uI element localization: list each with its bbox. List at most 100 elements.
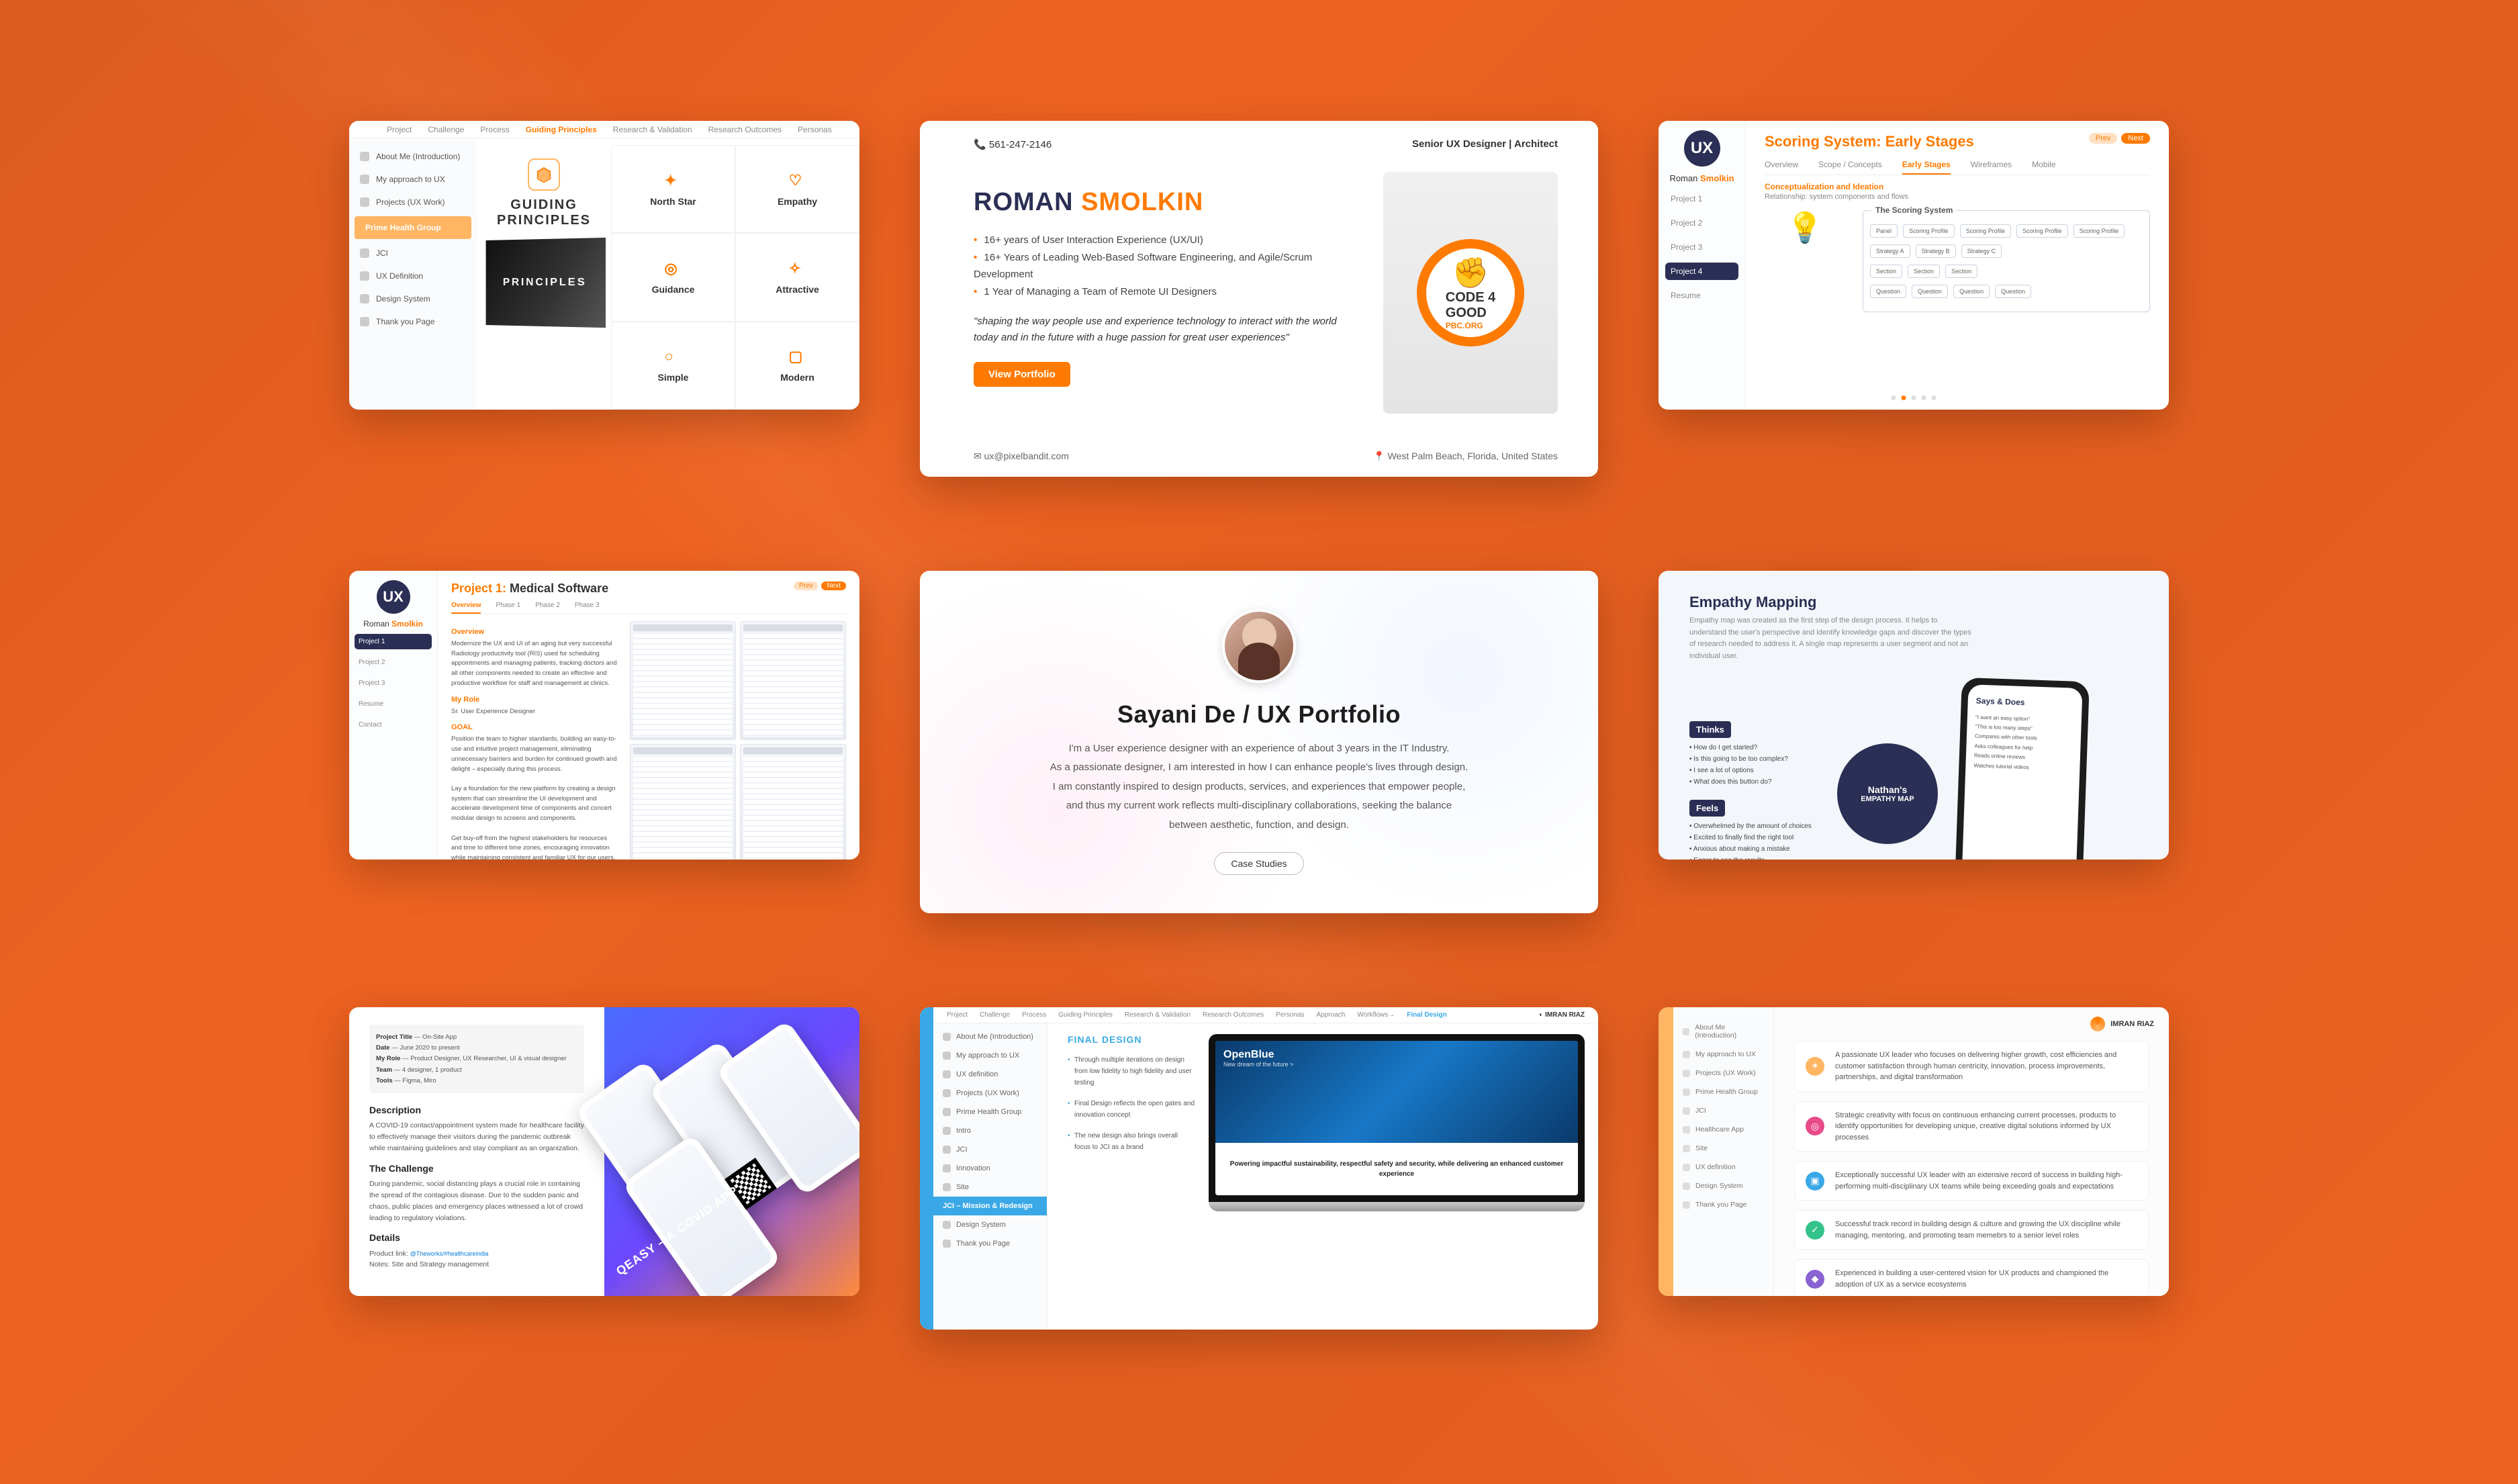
side-item[interactable]: Project 3 bbox=[355, 676, 432, 691]
subtitle: Conceptualization and Ideation bbox=[1765, 182, 2150, 191]
nav-item[interactable]: Personas bbox=[798, 125, 832, 134]
prev-pill[interactable]: Prev bbox=[794, 582, 819, 590]
view-portfolio-button[interactable]: View Portfolio bbox=[974, 362, 1070, 387]
side-item[interactable]: About Me (Introduction) bbox=[933, 1027, 1047, 1046]
bullet: Anxious about making a mistake bbox=[1689, 843, 1817, 855]
tab-active[interactable]: Early Stages bbox=[1902, 156, 1951, 175]
side-item[interactable]: Thank you Page bbox=[1673, 1195, 1773, 1214]
side-item[interactable]: Thank you Page bbox=[933, 1234, 1047, 1253]
side-item[interactable]: Design System bbox=[933, 1215, 1047, 1234]
side-item[interactable]: My approach to UX bbox=[1673, 1045, 1773, 1064]
tile-attractive[interactable]: ✧Attractive bbox=[735, 233, 859, 321]
sidebar-item[interactable]: Thank you Page bbox=[349, 310, 477, 333]
tab[interactable]: Phase 2 bbox=[535, 598, 560, 614]
role-heading: My Role bbox=[451, 694, 619, 706]
bullet: Final Design reflects the open gates and… bbox=[1068, 1098, 1195, 1121]
side-item[interactable]: JCI bbox=[933, 1140, 1047, 1159]
side-item[interactable]: Healthcare App bbox=[1673, 1120, 1773, 1139]
side-item[interactable]: UX definition bbox=[1673, 1158, 1773, 1176]
side-item[interactable]: About Me (Introduction) bbox=[1673, 1018, 1773, 1045]
heart-icon bbox=[360, 317, 369, 326]
author-name: Roman Smolkin bbox=[363, 619, 423, 629]
wf-box: Question bbox=[1870, 285, 1906, 298]
side-item[interactable]: Prime Health Group bbox=[1673, 1082, 1773, 1101]
tabs: Overview Phase 1 Phase 2 Phase 3 bbox=[451, 598, 846, 614]
nav-item[interactable]: Process bbox=[1022, 1011, 1046, 1019]
side-item[interactable]: Project 1 bbox=[1665, 190, 1738, 207]
side-item[interactable]: Project 2 bbox=[1665, 214, 1738, 232]
sidebar-item-active[interactable]: Prime Health Group bbox=[355, 216, 471, 239]
nav-item[interactable]: Process bbox=[480, 125, 509, 134]
tile-guidance[interactable]: ◎Guidance bbox=[611, 233, 735, 321]
side-item[interactable]: Site bbox=[1673, 1139, 1773, 1158]
side-item[interactable]: Projects (UX Work) bbox=[1673, 1064, 1773, 1082]
lightbulb-icon: 💡 bbox=[1765, 210, 1845, 312]
sidebar-item[interactable]: My approach to UX bbox=[349, 168, 477, 191]
bullet-card: ◆Experienced in building a user-centered… bbox=[1794, 1259, 2149, 1296]
sidebar-item[interactable]: Design System bbox=[349, 287, 477, 310]
tab[interactable]: Mobile bbox=[2032, 156, 2055, 175]
side-item[interactable]: Projects (UX Work) bbox=[933, 1084, 1047, 1103]
nav-item[interactable]: Challenge bbox=[980, 1011, 1010, 1019]
nav-item[interactable]: Research Outcomes bbox=[1203, 1011, 1264, 1019]
side-item[interactable]: Project 3 bbox=[1665, 238, 1738, 256]
tab[interactable]: Phase 3 bbox=[575, 598, 600, 614]
folder-icon bbox=[943, 1089, 951, 1097]
nav-item[interactable]: Research & Validation bbox=[613, 125, 692, 134]
nav-item[interactable]: Project bbox=[947, 1011, 968, 1019]
grid-icon bbox=[943, 1221, 951, 1229]
tile-empathy[interactable]: ♡Empathy bbox=[735, 145, 859, 233]
side-item-active[interactable]: JCI – Mission & Redesign bbox=[933, 1197, 1047, 1215]
next-pill[interactable]: Next bbox=[2121, 133, 2150, 144]
tab[interactable]: Wireframes bbox=[1971, 156, 2012, 175]
tab[interactable]: Phase 1 bbox=[496, 598, 520, 614]
sidebar-item[interactable]: UX Definition bbox=[349, 265, 477, 287]
sidebar-item[interactable]: Projects (UX Work) bbox=[349, 191, 477, 214]
tab-active[interactable]: Overview bbox=[451, 598, 481, 614]
empathy-circle: Nathan's EMPATHY MAP bbox=[1837, 743, 1938, 844]
side-item[interactable]: Site bbox=[933, 1178, 1047, 1197]
sidebar-item[interactable]: JCI bbox=[349, 242, 477, 265]
nav-item[interactable]: Guiding Principles bbox=[1058, 1011, 1113, 1019]
nav-item[interactable]: Workflows→ bbox=[1357, 1011, 1395, 1019]
side-item[interactable]: Intro bbox=[933, 1121, 1047, 1140]
wf-box: Section bbox=[1945, 265, 1977, 278]
tile-modern[interactable]: ▢Modern bbox=[735, 322, 859, 410]
prev-pill[interactable]: Prev bbox=[2089, 133, 2118, 144]
tile-north-star[interactable]: ✦North Star bbox=[611, 145, 735, 233]
nav-item-active[interactable]: Guiding Principles bbox=[526, 125, 597, 134]
side-item[interactable]: Innovation bbox=[933, 1159, 1047, 1178]
laptop-mock: OpenBlueNew dream of the future > Poweri… bbox=[1209, 1034, 1585, 1323]
nav-item[interactable]: Approach bbox=[1317, 1011, 1346, 1019]
nav-item[interactable]: Research Outcomes bbox=[708, 125, 782, 134]
nav-item[interactable]: Research & Validation bbox=[1125, 1011, 1191, 1019]
side-item[interactable]: Resume bbox=[355, 696, 432, 712]
side-item[interactable]: UX definition bbox=[933, 1065, 1047, 1084]
side-item[interactable]: Contact bbox=[355, 717, 432, 733]
mockup-panel: QEASY – A COVID APP bbox=[604, 1007, 859, 1296]
tab[interactable]: Scope / Concepts bbox=[1818, 156, 1882, 175]
wf-box: Panel bbox=[1870, 224, 1898, 238]
side-item[interactable]: Resume bbox=[1665, 287, 1738, 304]
nav-item-active[interactable]: Final Design bbox=[1407, 1011, 1446, 1019]
nav-item[interactable]: Challenge bbox=[428, 125, 464, 134]
folder-icon bbox=[1683, 1070, 1690, 1077]
side-item-active[interactable]: Project 1 bbox=[355, 634, 432, 649]
side-item[interactable]: Prime Health Group bbox=[933, 1103, 1047, 1121]
side-item-active[interactable]: Project 4 bbox=[1665, 263, 1738, 280]
tabs: Overview Scope / Concepts Early Stages W… bbox=[1765, 156, 2150, 175]
side-item[interactable]: Design System bbox=[1673, 1176, 1773, 1195]
sidebar-item[interactable]: About Me (Introduction) bbox=[349, 145, 477, 168]
card-empathy-mapping: Empathy Mapping Empathy map was created … bbox=[1659, 571, 2169, 860]
tab[interactable]: Overview bbox=[1765, 156, 1798, 175]
case-studies-button[interactable]: Case Studies bbox=[1214, 852, 1303, 875]
badge-icon: ✶ bbox=[1806, 1057, 1824, 1076]
side-item[interactable]: My approach to UX bbox=[933, 1046, 1047, 1065]
side-item[interactable]: Project 2 bbox=[355, 655, 432, 670]
tile-simple[interactable]: ○Simple bbox=[611, 322, 735, 410]
side-item[interactable]: JCI bbox=[1673, 1101, 1773, 1120]
nav-item[interactable]: Personas bbox=[1276, 1011, 1304, 1019]
nav-item[interactable]: Project bbox=[387, 125, 412, 134]
page-title: Project 1: Medical Software bbox=[451, 582, 846, 596]
next-pill[interactable]: Next bbox=[821, 582, 846, 590]
